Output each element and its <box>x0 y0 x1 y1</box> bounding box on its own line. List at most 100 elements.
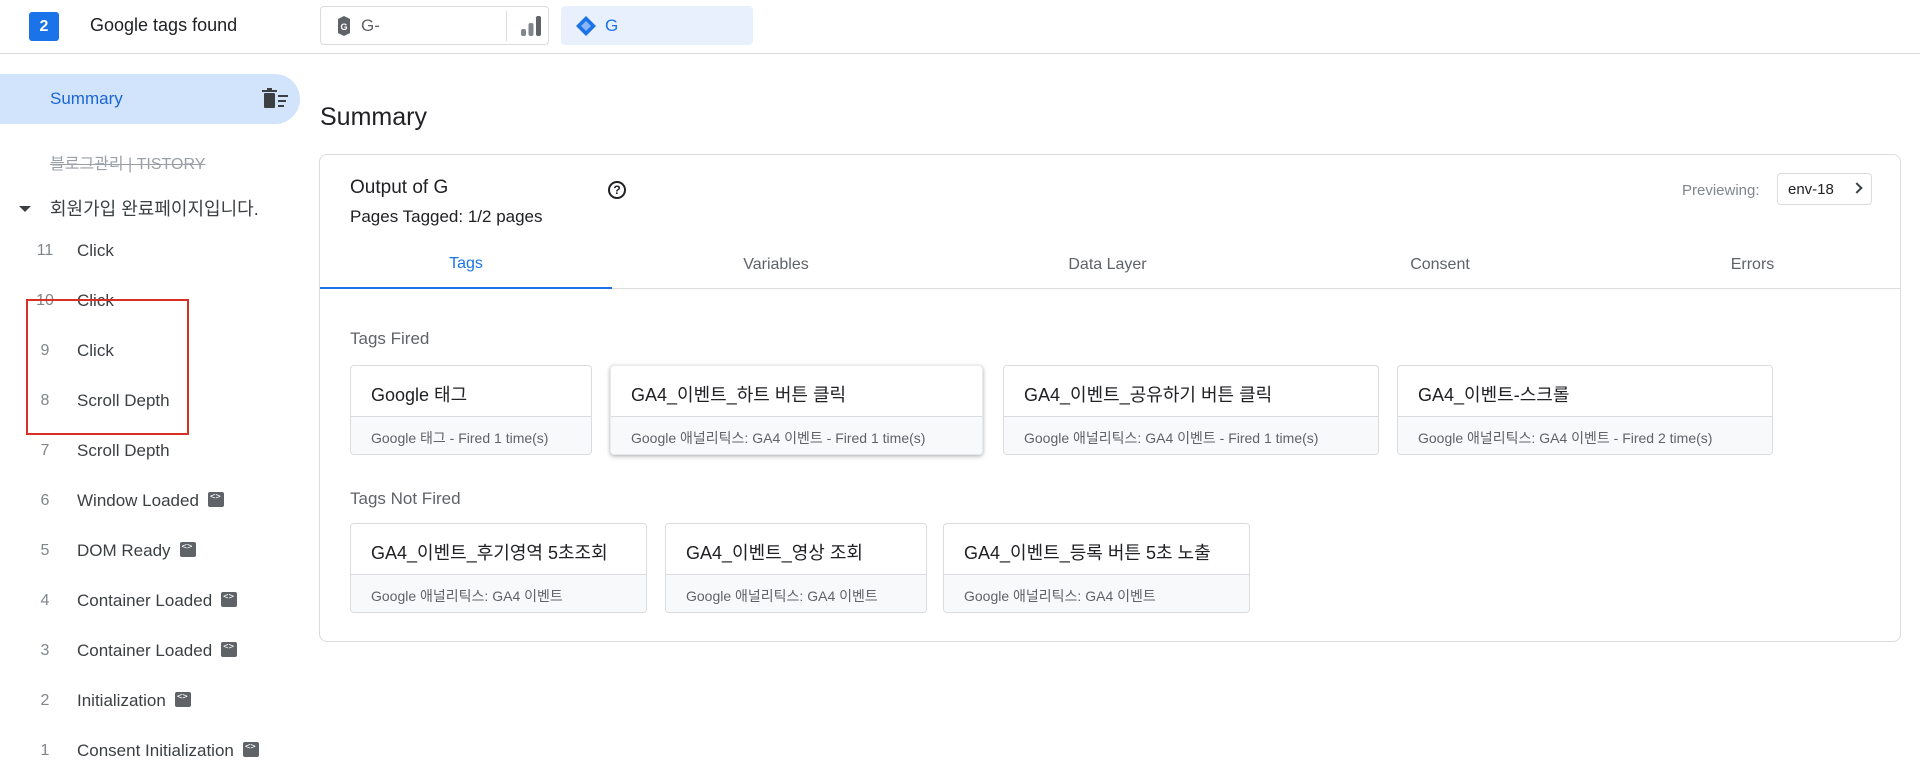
tag-type: Google 애널리틱스: GA4 이벤트 <box>371 588 563 604</box>
tag-footer: Google 태그 - Fired 1 time(s) <box>351 416 591 454</box>
code-icon <box>174 692 191 707</box>
tab-tags[interactable]: Tags <box>320 241 612 289</box>
clear-messages-icon[interactable] <box>261 87 289 111</box>
tab-data-layer[interactable]: Data Layer <box>940 241 1275 289</box>
sidebar-event-item[interactable]: 7 Scroll Depth <box>0 432 300 472</box>
tag-card-fired[interactable]: Google 태그 Google 태그 - Fired 1 time(s) <box>350 365 592 455</box>
event-name: Window Loaded <box>77 491 224 511</box>
previewing-label: Previewing: <box>1682 182 1760 199</box>
tag-card-not-fired[interactable]: GA4_이벤트_등록 버튼 5초 노출 Google 애널리틱스: GA4 이벤… <box>943 523 1250 613</box>
output-tabs: Tags Variables Data Layer Consent Errors <box>320 241 1900 289</box>
sidebar-page-blog[interactable]: 블로그관리 | TISTORY <box>50 150 205 174</box>
sidebar-event-item[interactable]: 11 Click <box>0 232 300 272</box>
tag-type: Google 태그 - Fired 1 time(s) <box>371 430 549 446</box>
tag-card-not-fired[interactable]: GA4_이벤트_후기영역 5초조회 Google 애널리틱스: GA4 이벤트 <box>350 523 647 613</box>
page-title: Summary <box>320 103 427 131</box>
environment-name: env-18 <box>1788 180 1834 198</box>
code-icon <box>221 592 238 607</box>
gtm-container-chip[interactable]: G <box>561 6 753 45</box>
code-icon <box>242 742 259 757</box>
tag-type: Google 애널리틱스: GA4 이벤트 - Fired 1 time(s) <box>1024 430 1319 446</box>
event-label: Window Loaded <box>77 491 199 510</box>
tag-card-not-fired[interactable]: GA4_이벤트_영상 조회 Google 애널리틱스: GA4 이벤트 <box>665 523 927 613</box>
tag-name: GA4_이벤트_하트 버튼 클릭 <box>631 385 847 405</box>
tag-card-fired[interactable]: GA4_이벤트_공유하기 버튼 클릭 Google 애널리틱스: GA4 이벤트… <box>1003 365 1379 455</box>
tags-found-label: Google tags found <box>90 15 238 35</box>
event-label: Container Loaded <box>77 591 213 610</box>
event-number: 1 <box>40 742 50 759</box>
output-card: Output of G ? Pages Tagged: 1/2 pages Pr… <box>319 154 1901 642</box>
top-bar: 2 Google tags found G G- G <box>0 0 1920 54</box>
tag-card-fired[interactable]: GA4_이벤트_하트 버튼 클릭 Google 애널리틱스: GA4 이벤트 -… <box>610 365 983 455</box>
tag-type: Google 애널리틱스: GA4 이벤트 - Fired 1 time(s) <box>631 430 926 446</box>
event-label: Consent Initialization <box>77 741 234 760</box>
google-tag-icon: G <box>338 15 350 36</box>
sidebar-event-item[interactable]: 6 Window Loaded <box>0 482 300 522</box>
event-number: 5 <box>40 542 50 559</box>
tags-fired-heading: Tags Fired <box>350 329 430 348</box>
sidebar-event-item[interactable]: 3 Container Loaded <box>0 632 300 672</box>
event-label: Scroll Depth <box>77 441 170 460</box>
code-icon <box>207 492 224 507</box>
tag-type: Google 애널리틱스: GA4 이벤트 <box>686 588 878 604</box>
event-label: Click <box>77 241 114 260</box>
tab-variables[interactable]: Variables <box>612 241 940 289</box>
code-icon <box>179 542 196 557</box>
tag-name: GA4_이벤트_등록 버튼 5초 노출 <box>964 543 1211 563</box>
environment-selector[interactable]: env-18 <box>1777 173 1872 205</box>
ga-tag-chip[interactable]: G G- <box>320 6 549 45</box>
event-name: Container Loaded <box>77 641 238 661</box>
event-label: Container Loaded <box>77 641 213 660</box>
event-name: Scroll Depth <box>77 441 170 461</box>
summary-label: Summary <box>50 89 123 108</box>
code-icon <box>221 642 238 657</box>
event-label: Initialization <box>77 691 166 710</box>
gtm-container-id: G <box>605 15 619 35</box>
sidebar-event-item[interactable]: 1 Consent Initialization <box>0 732 300 772</box>
tag-count-badge: 2 <box>29 12 59 41</box>
event-name: Container Loaded <box>77 591 238 611</box>
tag-footer: Google 애널리틱스: GA4 이벤트 <box>351 574 646 612</box>
event-name: Initialization <box>77 691 191 711</box>
gtm-icon <box>576 15 596 36</box>
tag-footer: Google 애널리틱스: GA4 이벤트 - Fired 1 time(s) <box>611 416 982 454</box>
tag-name: GA4_이벤트_공유하기 버튼 클릭 <box>1024 385 1273 405</box>
chevron-right-icon <box>1851 182 1863 194</box>
tag-name: GA4_이벤트_영상 조회 <box>686 543 863 563</box>
event-number: 7 <box>40 442 50 459</box>
tag-footer: Google 애널리틱스: GA4 이벤트 <box>666 574 926 612</box>
click-events-highlight <box>26 299 189 435</box>
analytics-bars-icon <box>521 16 541 36</box>
sidebar-event-item[interactable]: 5 DOM Ready <box>0 532 300 572</box>
tab-consent[interactable]: Consent <box>1275 241 1605 289</box>
sidebar-event-item[interactable]: 2 Initialization <box>0 682 300 722</box>
sidebar-page-signup-complete[interactable]: 회원가입 완료페이지입니다. <box>0 186 300 226</box>
sidebar-item-summary[interactable]: Summary <box>0 74 300 124</box>
output-title: Output of G <box>350 177 449 198</box>
tags-not-fired-heading: Tags Not Fired <box>350 489 461 508</box>
event-number: 4 <box>40 592 50 609</box>
sidebar: Summary 블로그관리 | TISTORY 회원가입 완료페이지입니다. 1… <box>0 54 300 777</box>
event-name: DOM Ready <box>77 541 196 561</box>
ga-tag-id: G- <box>361 15 380 35</box>
help-icon[interactable]: ? <box>608 181 626 199</box>
tag-name: Google 태그 <box>371 385 468 405</box>
chip-divider <box>506 11 507 41</box>
tag-name: GA4_이벤트_후기영역 5초조회 <box>371 543 608 563</box>
event-number: 11 <box>36 242 54 259</box>
svg-text:G: G <box>340 22 347 32</box>
tag-name: GA4_이벤트-스크롤 <box>1418 385 1570 405</box>
event-name: Click <box>77 241 114 261</box>
tab-errors[interactable]: Errors <box>1605 241 1900 289</box>
event-label: DOM Ready <box>77 541 171 560</box>
pages-tagged: Pages Tagged: 1/2 pages <box>350 207 543 226</box>
tag-footer: Google 애널리틱스: GA4 이벤트 <box>944 574 1249 612</box>
tag-footer: Google 애널리틱스: GA4 이벤트 - Fired 2 time(s) <box>1398 416 1772 454</box>
tag-card-fired[interactable]: GA4_이벤트-스크롤 Google 애널리틱스: GA4 이벤트 - Fire… <box>1397 365 1773 455</box>
caret-down-icon[interactable] <box>19 206 31 212</box>
sidebar-event-item[interactable]: 4 Container Loaded <box>0 582 300 622</box>
event-number: 3 <box>40 642 50 659</box>
event-number: 2 <box>40 692 50 709</box>
tag-footer: Google 애널리틱스: GA4 이벤트 - Fired 1 time(s) <box>1004 416 1378 454</box>
tag-type: Google 애널리틱스: GA4 이벤트 <box>964 588 1156 604</box>
